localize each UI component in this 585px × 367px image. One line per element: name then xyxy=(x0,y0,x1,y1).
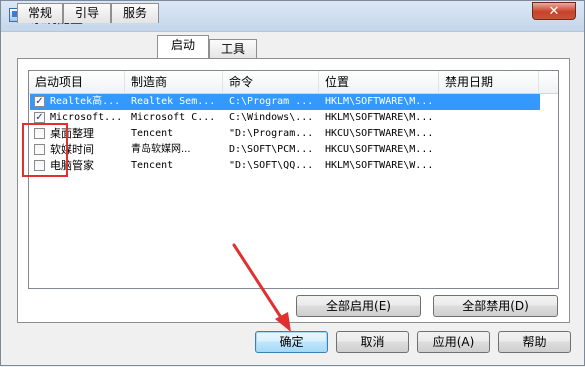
table-row[interactable]: 桌面整理 Tencent "D:\Program... HKCU\SOFTWAR… xyxy=(30,126,540,142)
apply-button[interactable]: 应用(A) xyxy=(417,331,490,353)
cell-item: Realtek高... xyxy=(50,96,121,107)
tab-label: 服务 xyxy=(122,6,147,20)
tab-label: 启动 xyxy=(170,38,195,52)
cell-location: HKLM\SOFTWARE\M... xyxy=(325,112,434,123)
help-button[interactable]: 帮助 xyxy=(498,331,571,353)
cell-maker: Realtek Sem... xyxy=(131,96,216,107)
startup-list[interactable]: 启动项目 制造商 命令 位置 禁用日期 ✓ Realtek高... Realte… xyxy=(28,70,559,289)
tab-label: 常规 xyxy=(27,6,52,20)
enable-all-button[interactable]: 全部启用(E) xyxy=(296,295,421,317)
column-header-maker[interactable]: 制造商 xyxy=(125,71,223,93)
cancel-button[interactable]: 取消 xyxy=(336,331,409,353)
close-button[interactable]: ✕ xyxy=(532,2,576,20)
tab-startup[interactable]: 启动 xyxy=(157,35,209,58)
cell-command: "D:\SOFT\QQ... xyxy=(229,160,314,171)
column-header-location[interactable]: 位置 xyxy=(319,71,439,93)
tab-tools[interactable]: 工具 xyxy=(209,39,257,59)
row-checkbox[interactable]: ✓ xyxy=(34,112,45,123)
tab-label: 工具 xyxy=(220,42,245,56)
annotation-highlight-box xyxy=(22,123,68,177)
table-row[interactable]: 电脑管家 Tencent "D:\SOFT\QQ... HKLM\SOFTWAR… xyxy=(30,158,540,174)
row-checkbox[interactable]: ✓ xyxy=(34,96,45,107)
cell-location: HKCU\SOFTWARE\M... xyxy=(325,144,434,155)
cell-location: HKCU\SOFTWARE\M... xyxy=(325,128,434,139)
cell-maker: Microsoft C... xyxy=(131,112,216,123)
cell-command: C:\Program ... xyxy=(229,96,314,107)
cell-location: HKLM\SOFTWARE\M... xyxy=(325,96,434,107)
cell-command: D:\SOFT\PCM... xyxy=(229,144,314,155)
column-header-command[interactable]: 命令 xyxy=(223,71,319,93)
tab-boot[interactable]: 引导 xyxy=(63,3,111,23)
column-header-item[interactable]: 启动项目 xyxy=(29,71,125,93)
tab-general[interactable]: 常规 xyxy=(17,3,63,23)
table-row[interactable]: 软媒时间 青岛软媒网... D:\SOFT\PCM... HKCU\SOFTWA… xyxy=(30,142,540,158)
disable-all-button[interactable]: 全部禁用(D) xyxy=(433,295,558,317)
table-row[interactable]: ✓ Microsoft... Microsoft C... C:\Windows… xyxy=(30,110,540,126)
cell-maker: 青岛软媒网... xyxy=(131,144,191,155)
tab-label: 引导 xyxy=(74,6,99,20)
table-row[interactable]: ✓ Realtek高... Realtek Sem... C:\Program … xyxy=(30,94,540,110)
cell-maker: Tencent xyxy=(131,128,174,139)
system-config-window: 系统配置 ✕ 常规 引导 服务 启动 工具 启动项目 制造商 命令 位置 禁用日… xyxy=(0,0,585,366)
column-header-disabled-date[interactable]: 禁用日期 xyxy=(439,71,539,93)
cell-command: "D:\Program... xyxy=(229,128,314,139)
cell-location: HKLM\SOFTWARE\W... xyxy=(325,160,434,171)
tab-services[interactable]: 服务 xyxy=(111,3,159,23)
cell-maker: Tencent xyxy=(131,160,174,171)
list-header: 启动项目 制造商 命令 位置 禁用日期 xyxy=(29,71,558,94)
cell-command: C:\Windows\... xyxy=(229,112,314,123)
ok-button[interactable]: 确定 xyxy=(255,331,328,353)
